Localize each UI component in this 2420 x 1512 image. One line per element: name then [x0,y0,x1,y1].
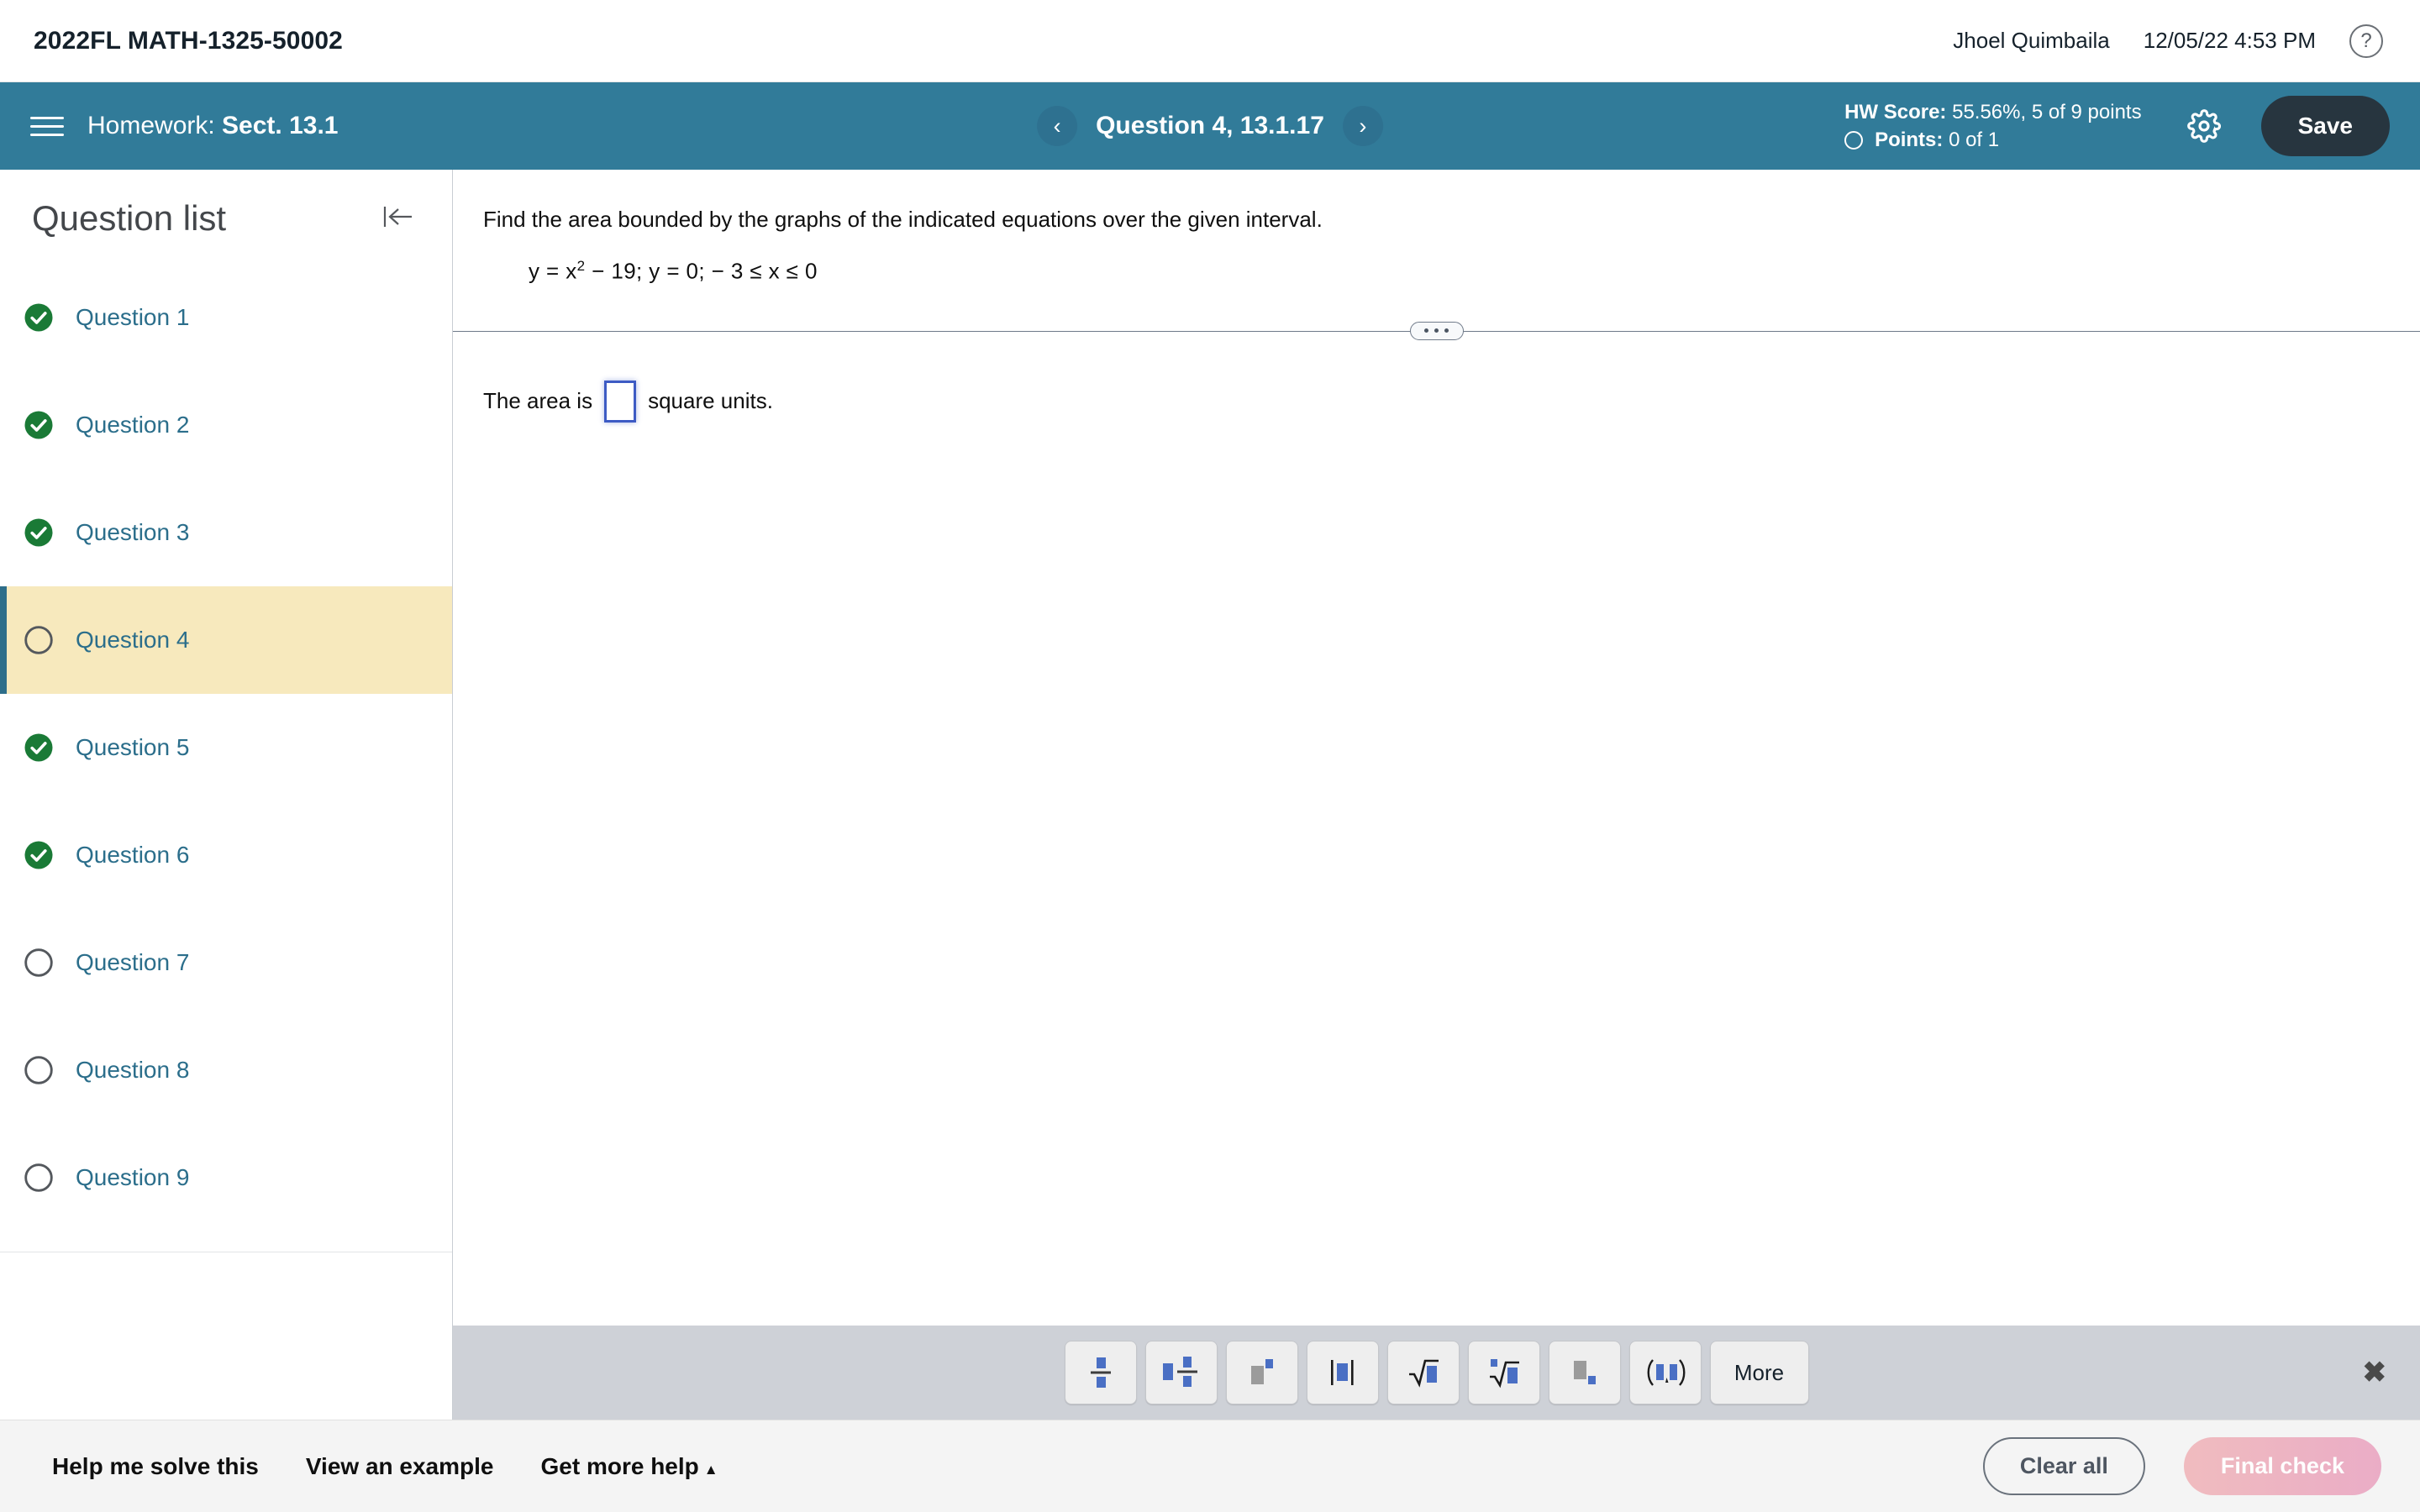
view-an-example-button[interactable]: View an example [306,1453,494,1480]
sidebar-item-label: Question 9 [76,1164,190,1190]
answer-suffix: square units. [648,388,773,414]
sidebar-item-question-3[interactable]: Question 3 [0,479,452,586]
sidebar-item-label: Question 2 [76,412,190,438]
sidebar-item-label: Question 5 [76,734,190,760]
sidebar-item-question-8[interactable]: Question 8 [0,1016,452,1124]
equation-exponent: 2 [576,258,586,275]
complete-check-icon [24,732,54,763]
answer-area: The area is square units. [453,340,2420,1326]
assignment-nav-bar: Homework: Sect. 13.1 ‹ Question 4, 13.1.… [0,82,2420,170]
sidebar-item-question-9[interactable]: Question 9 [0,1124,452,1231]
save-button[interactable]: Save [2260,96,2390,156]
assignment-name: Sect. 13.1 [222,112,339,139]
dot-icon [1434,328,1439,333]
question-list-header: Question list [0,170,452,264]
incomplete-circle-icon [24,1055,54,1085]
previous-question-button[interactable]: ‹ [1037,106,1078,146]
complete-check-icon [24,302,54,333]
get-more-help-button[interactable]: Get more help ▲ [540,1453,718,1480]
sidebar-item-label: Question 8 [76,1057,190,1083]
points-row: Points: 0 of 1 [1844,129,2142,152]
divider-collapse-handle[interactable] [1409,321,1464,340]
question-navigator: ‹ Question 4, 13.1.17 › [1037,106,1383,146]
answer-input[interactable] [604,380,637,423]
sidebar-item-label: Question 6 [76,842,190,868]
top-bar: 2022FL MATH-1325-50002 Jhoel Quimbaila 1… [0,0,2420,82]
user-name: Jhoel Quimbaila [1953,28,2110,53]
interval-icon[interactable] [1628,1341,1702,1404]
main-panel: Find the area bounded by the graphs of t… [453,170,2420,1420]
assignment-title: Homework: Sect. 13.1 [87,112,338,140]
menu-icon[interactable] [30,116,64,136]
incomplete-circle-icon [24,625,54,655]
complete-check-icon [24,410,54,440]
dot-icon [1444,328,1449,333]
course-code: 2022FL MATH-1325-50002 [34,26,343,55]
sidebar-item-question-4[interactable]: Question 4 [0,586,452,694]
equation-prefix: y = x [529,258,577,284]
section-divider [453,321,2420,340]
sidebar-item-question-7[interactable]: Question 7 [0,909,452,1016]
body-wrapper: Question list Question 1 Question 2 Ques… [0,170,2420,1420]
question-list-sidebar: Question list Question 1 Question 2 Ques… [0,170,453,1420]
help-icon[interactable]: ? [2349,24,2383,58]
sidebar-item-question-1[interactable]: Question 1 [0,264,452,371]
hw-score: HW Score: 55.56%, 5 of 9 points [1844,101,2142,124]
points-value: 0 of 1 [1949,128,2000,151]
problem-stem: Find the area bounded by the graphs of t… [483,207,1323,232]
sidebar-item-label: Question 3 [76,519,190,545]
get-more-help-label: Get more help [540,1452,699,1479]
exponent-icon[interactable] [1225,1341,1298,1404]
current-question-label: Question 4, 13.1.17 [1096,112,1324,139]
fraction-icon[interactable] [1064,1341,1137,1404]
math-palette-toolbar: More ✖ [453,1326,2420,1420]
sidebar-item-question-2[interactable]: Question 2 [0,371,452,479]
app-root: 2022FL MATH-1325-50002 Jhoel Quimbaila 1… [0,0,2420,1512]
equation-suffix: − 19; y = 0; − 3 ≤ x ≤ 0 [592,258,818,284]
hw-score-label: HW Score: [1844,100,1947,123]
final-check-button[interactable]: Final check [2183,1437,2381,1495]
complete-check-icon [24,517,54,548]
square-root-icon[interactable] [1386,1341,1460,1404]
incomplete-circle-icon [1844,130,1864,150]
subscript-icon[interactable] [1548,1341,1621,1404]
question-list: Question 1 Question 2 Question 3 Questio… [0,264,452,1231]
answer-line: The area is square units. [483,380,2390,423]
points-label: Points: [1875,128,1944,151]
assignment-prefix: Homework: [87,112,215,139]
next-question-button[interactable]: › [1342,106,1383,146]
close-toolbar-icon[interactable]: ✖ [2363,1358,2387,1387]
sidebar-item-label: Question 4 [76,627,190,653]
math-palette-keys: More [1064,1341,1809,1404]
problem-equation: y = x2 − 19; y = 0; − 3 ≤ x ≤ 0 [529,258,2390,285]
clear-all-button[interactable]: Clear all [1982,1437,2145,1495]
caret-up-icon: ▲ [703,1461,718,1478]
gear-icon[interactable] [2186,108,2223,144]
more-button[interactable]: More [1709,1341,1809,1404]
incomplete-circle-icon [24,1163,54,1193]
mixed-number-icon[interactable] [1144,1341,1218,1404]
help-me-solve-this-button[interactable]: Help me solve this [52,1453,259,1480]
sidebar-item-question-6[interactable]: Question 6 [0,801,452,909]
sidebar-item-label: Question 1 [76,304,190,330]
problem-statement-area: Find the area bounded by the graphs of t… [453,170,2420,285]
hw-score-value: 55.56%, 5 of 9 points [1952,100,2142,123]
incomplete-circle-icon [24,948,54,978]
timestamp: 12/05/22 4:53 PM [2143,28,2316,53]
points-text: Points: 0 of 1 [1875,129,1999,152]
nth-root-icon[interactable] [1467,1341,1540,1404]
dot-icon [1424,328,1428,333]
complete-check-icon [24,840,54,870]
score-summary: HW Score: 55.56%, 5 of 9 points Points: … [1844,101,2142,152]
question-list-title: Question list [32,198,227,238]
absolute-value-icon[interactable] [1306,1341,1379,1404]
sidebar-item-question-5[interactable]: Question 5 [0,694,452,801]
collapse-sidebar-icon[interactable] [380,202,417,235]
sidebar-item-label: Question 7 [76,949,190,975]
top-bar-right: Jhoel Quimbaila 12/05/22 4:53 PM ? [1953,24,2383,58]
bottom-bar-right: Clear all Final check [1982,1437,2381,1495]
bottom-action-bar: Help me solve this View an example Get m… [0,1420,2420,1512]
answer-prefix: The area is [483,388,593,414]
